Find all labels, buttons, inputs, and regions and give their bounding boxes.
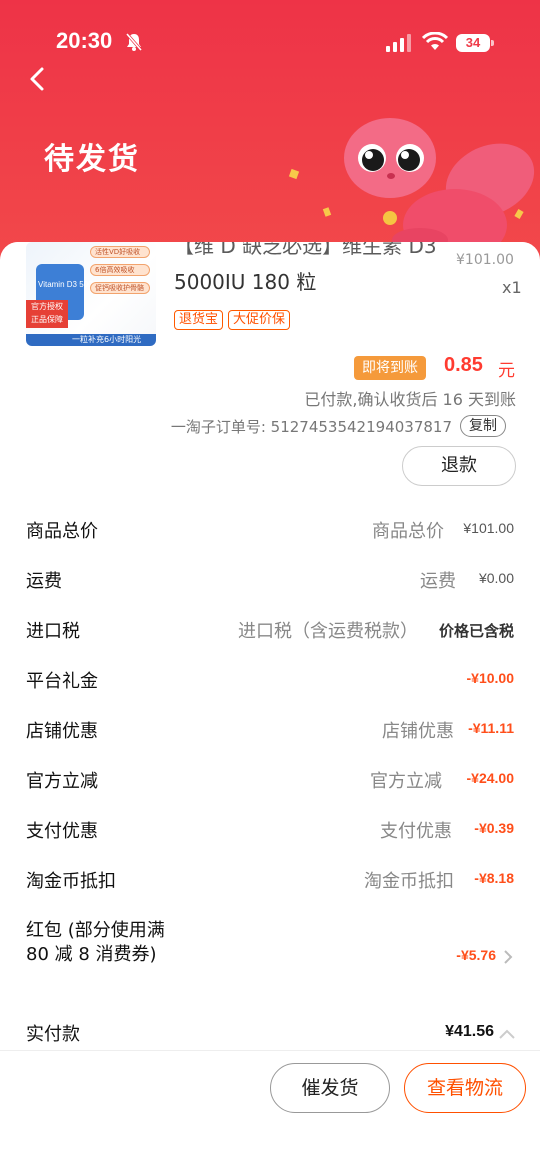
product-thumbnail[interactable]: Vitamin D3 5000IU 活性VD好吸收 6倍高效吸收 促钙吸收护骨骼…: [26, 242, 156, 346]
back-arrow-icon[interactable]: [24, 64, 54, 94]
row-goods-total: 商品总价 商品总价 ¥101.00: [8, 507, 532, 557]
thumb-bullet: 活性VD好吸收: [90, 246, 150, 258]
row-label: 进口税: [26, 621, 80, 642]
row-sublabel: 进口税（含运费税款）: [238, 621, 418, 642]
tag-return-insurance: 退货宝: [174, 310, 224, 330]
wifi-icon: [422, 32, 448, 50]
row-import-tax: 进口税 进口税（含运费税款） 价格已含税: [8, 607, 532, 657]
row-official-discount: 官方立减 官方立减 -¥24.00: [8, 757, 532, 807]
product-price: ¥101.00: [456, 252, 514, 268]
row-sublabel: 运费: [420, 571, 456, 592]
row-red-packet[interactable]: 红包 (部分使用满 80 减 8 消费券) -¥5.76: [8, 917, 532, 997]
order-detail-card: Vitamin D3 5000IU 活性VD好吸收 6倍高效吸收 促钙吸收护骨骼…: [0, 242, 540, 1050]
page-title: 待发货: [44, 142, 140, 177]
row-label: 商品总价: [26, 521, 98, 542]
payout-unit: 元: [498, 361, 515, 381]
row-amount: -¥24.00: [466, 770, 514, 786]
status-bar: 20:30 34: [0, 28, 540, 62]
thumb-strip: 一粒补充6小时阳光: [26, 334, 156, 346]
header-banner: 20:30 34 待发货: [0, 0, 540, 280]
thumb-bullet: 促钙吸收护骨骼: [90, 282, 150, 294]
copy-button[interactable]: 复制: [460, 415, 506, 437]
row-amount: -¥11.11: [468, 720, 514, 736]
battery-indicator: 34: [456, 34, 490, 52]
order-detail-content: Vitamin D3 5000IU 活性VD好吸收 6倍高效吸收 促钙吸收护骨骼…: [8, 242, 532, 1050]
product-quantity: x1: [502, 278, 522, 297]
status-time: 20:30: [56, 28, 113, 53]
product-name-line2[interactable]: 5000IU 180 粒: [174, 266, 316, 295]
row-amount: ¥101.00: [463, 520, 514, 536]
row-label: 运费: [26, 571, 62, 592]
row-paid-total: 实付款 ¥41.56: [8, 1010, 532, 1050]
row-amount: -¥10.00: [466, 670, 514, 686]
row-sublabel: 商品总价: [372, 521, 444, 542]
row-label: 官方立减: [26, 771, 98, 792]
row-payment-discount: 支付优惠 支付优惠 -¥0.39: [8, 807, 532, 857]
refund-button[interactable]: 退款: [402, 446, 516, 486]
order-number: 一淘子订单号: 5127453542194037817: [170, 418, 452, 436]
battery-tip: [491, 40, 494, 46]
row-label: 淘金币抵扣: [26, 871, 116, 892]
urge-shipping-button[interactable]: 催发货: [270, 1063, 390, 1113]
row-platform-gift: 平台礼金 -¥10.00: [8, 657, 532, 707]
row-amount: 价格已含税: [438, 623, 514, 640]
chevron-up-icon[interactable]: [498, 1028, 516, 1040]
row-amount: ¥0.00: [478, 570, 514, 586]
row-sublabel: 淘金币抵扣: [364, 871, 454, 892]
row-store-discount: 店铺优惠 店铺优惠 -¥11.11: [8, 707, 532, 757]
row-shipping: 运费 运费 ¥0.00: [8, 557, 532, 607]
row-amount: -¥0.39: [474, 820, 514, 836]
row-sublabel: 店铺优惠: [382, 721, 454, 742]
chevron-right-icon[interactable]: [502, 949, 514, 965]
payout-badge: 即将到账: [354, 356, 426, 380]
tag-price-protection: 大促价保: [228, 310, 291, 330]
row-label: 支付优惠: [26, 821, 98, 842]
product-name-line1[interactable]: 【维 D 缺乏必选】维生素 D3: [174, 242, 437, 259]
row-amount: -¥8.18: [474, 870, 514, 886]
row-label: 红包 (部分使用满 80 减 8 消费券): [26, 920, 165, 965]
row-coin-deduction: 淘金币抵扣 淘金币抵扣 -¥8.18: [8, 857, 532, 907]
row-label: 实付款: [26, 1024, 80, 1045]
bell-muted-icon: [125, 33, 143, 51]
thumb-bullet: 6倍高效吸收: [90, 264, 150, 276]
authorized-badge: 官方授权 正品保障: [26, 300, 68, 328]
payout-amount: 0.85: [444, 354, 483, 376]
row-label: 店铺优惠: [26, 721, 98, 742]
row-amount: -¥5.76: [456, 947, 496, 963]
row-sublabel: 官方立减: [370, 771, 442, 792]
row-label: 平台礼金: [26, 671, 98, 692]
mascot-illustration: [288, 118, 535, 250]
view-logistics-button[interactable]: 查看物流: [404, 1063, 526, 1113]
bottom-action-bar: 催发货 查看物流: [0, 1050, 540, 1174]
row-sublabel: 支付优惠: [380, 821, 452, 842]
row-amount: ¥41.56: [445, 1023, 494, 1040]
payout-note: 已付款,确认收货后 16 天到账: [304, 390, 516, 409]
cellular-signal-icon: [386, 34, 411, 52]
